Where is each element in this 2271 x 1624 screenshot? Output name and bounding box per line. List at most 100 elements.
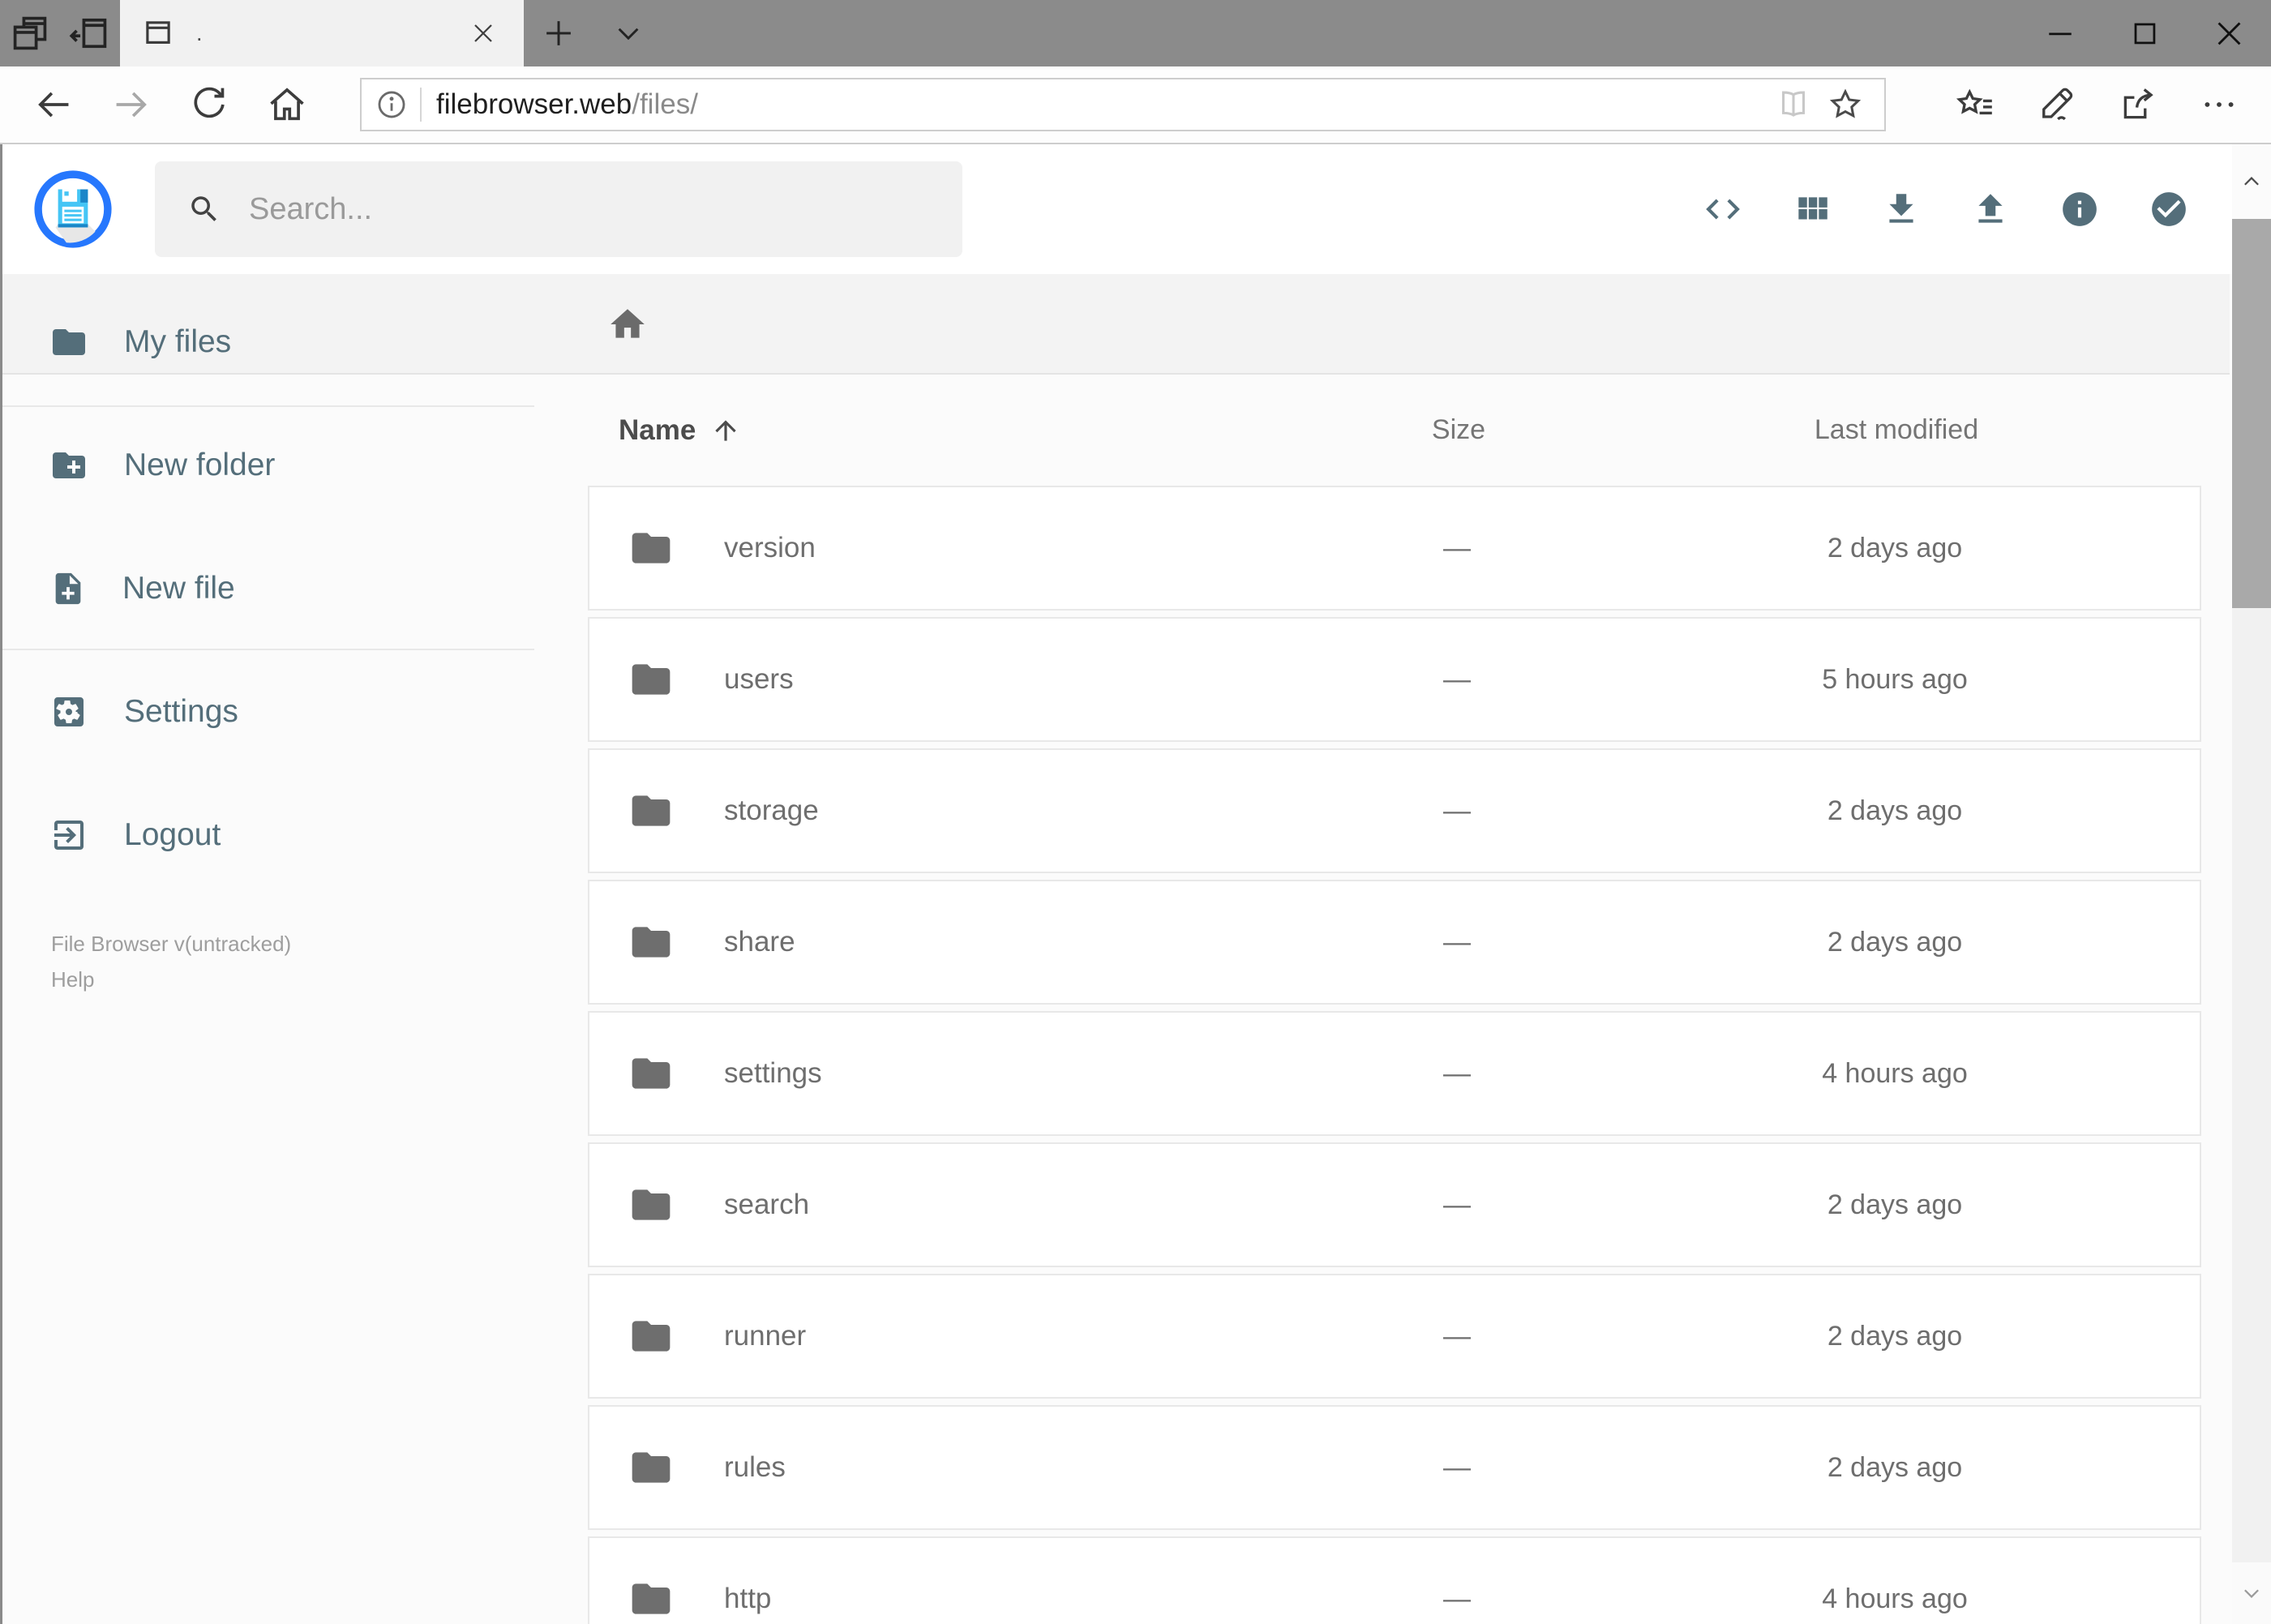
file-row-share[interactable]: share — 2 days ago: [588, 880, 2201, 1005]
file-modified: 4 hours ago: [1822, 1583, 1968, 1614]
file-name: settings: [724, 1057, 822, 1089]
folder-icon: [49, 323, 88, 362]
file-modified: 2 days ago: [1827, 1451, 1963, 1483]
browser-addressbar: filebrowser.web/files/: [0, 66, 2271, 144]
browser-window: . filebrowser.web/files/ Search... My fi…: [0, 0, 2271, 1624]
home-nav-icon[interactable]: [248, 72, 326, 137]
sidebar-item-label: Logout: [124, 817, 221, 852]
new-tab-icon[interactable]: [524, 0, 593, 66]
file-row-runner[interactable]: runner — 2 days ago: [588, 1274, 2201, 1399]
file-row-rules[interactable]: rules — 2 days ago: [588, 1405, 2201, 1530]
share-icon[interactable]: [2101, 72, 2175, 137]
tab-list-chevron-icon[interactable]: [593, 0, 663, 66]
filebrowser-app: Search... My files New folder New file S…: [0, 144, 2271, 1624]
hub-favorites-icon[interactable]: [1939, 72, 2013, 137]
site-info-icon[interactable]: [375, 88, 409, 122]
refresh-icon[interactable]: [170, 72, 248, 137]
file-row-http[interactable]: http — 4 hours ago: [588, 1536, 2201, 1624]
file-row-users[interactable]: users — 5 hours ago: [588, 617, 2201, 742]
tab-favicon-icon: [141, 16, 175, 50]
listing-rows: version — 2 days ago users — 5 hours ago: [588, 486, 2201, 1624]
scroll-down-icon[interactable]: [2232, 1562, 2271, 1624]
sidebar-item-settings[interactable]: Settings: [2, 679, 588, 744]
info-icon[interactable]: [2059, 189, 2100, 229]
close-button[interactable]: [2187, 0, 2271, 66]
ellipsis-menu-icon[interactable]: [2182, 72, 2256, 137]
scrollbar-thumb[interactable]: [2232, 219, 2271, 608]
file-modified: 5 hours ago: [1822, 663, 1968, 695]
file-size: —: [1443, 1320, 1471, 1352]
file-size: —: [1443, 795, 1471, 826]
sidebar-item-new-folder[interactable]: New folder: [2, 433, 588, 498]
folder-icon: [589, 1051, 724, 1096]
file-modified: 2 days ago: [1827, 1189, 1963, 1220]
back-icon[interactable]: [15, 72, 92, 137]
sidebar-item-new-file[interactable]: New file: [2, 556, 588, 621]
file-name: storage: [724, 795, 819, 826]
set-tabs-aside-icon[interactable]: [60, 0, 120, 66]
file-modified: 2 days ago: [1827, 926, 1963, 958]
titlebar-drag-area: [663, 0, 2018, 66]
sidebar-item-label: New folder: [124, 448, 276, 482]
sidebar-item-label: Settings: [124, 694, 238, 729]
folder-icon: [589, 525, 724, 571]
file-modified: 2 days ago: [1827, 1320, 1963, 1352]
column-header-modified[interactable]: Last modified: [1621, 414, 2172, 446]
tab-close-icon[interactable]: [464, 14, 503, 53]
maximize-button[interactable]: [2102, 0, 2187, 66]
scroll-up-icon[interactable]: [2232, 144, 2271, 219]
file-row-search[interactable]: search — 2 days ago: [588, 1142, 2201, 1267]
column-header-size[interactable]: Size: [1296, 414, 1621, 446]
sidebar: My files New folder New file Settings Lo…: [2, 274, 588, 1624]
column-header-name[interactable]: Name: [588, 414, 1296, 447]
sidebar-item-logout[interactable]: Logout: [2, 803, 588, 868]
file-row-version[interactable]: version — 2 days ago: [588, 486, 2201, 611]
folder-icon: [589, 1313, 724, 1359]
favorite-star-icon[interactable]: [1819, 82, 1871, 127]
download-icon[interactable]: [1881, 189, 1922, 229]
file-name: version: [724, 532, 816, 563]
help-link[interactable]: Help: [51, 962, 588, 997]
home-breadcrumb-icon[interactable]: [607, 304, 648, 345]
sidebar-footer: File Browser v(untracked) Help: [2, 926, 588, 997]
folder-icon: [589, 1182, 724, 1228]
sidebar-divider: [2, 649, 534, 650]
web-notes-pen-icon[interactable]: [2020, 72, 2094, 137]
url-input[interactable]: filebrowser.web/files/: [360, 78, 1886, 131]
browser-tab[interactable]: .: [120, 0, 524, 66]
page-scrollbar[interactable]: [2232, 144, 2271, 1624]
file-modified: 4 hours ago: [1822, 1057, 1968, 1089]
tab-preview-icon[interactable]: [0, 0, 60, 66]
sort-ascending-icon: [710, 415, 741, 446]
file-row-storage[interactable]: storage — 2 days ago: [588, 748, 2201, 873]
search-placeholder: Search...: [249, 191, 373, 226]
file-name: search: [724, 1189, 810, 1220]
sidebar-divider: [2, 405, 534, 407]
code-view-icon[interactable]: [1703, 189, 1743, 229]
folder-icon: [589, 1445, 724, 1490]
sidebar-item-label: New file: [122, 571, 235, 606]
minimize-button[interactable]: [2018, 0, 2102, 66]
file-plus-icon: [49, 570, 87, 607]
search-icon: [187, 192, 221, 226]
forward-icon[interactable]: [92, 72, 170, 137]
filebrowser-logo: [33, 169, 113, 249]
file-size: —: [1443, 663, 1471, 695]
folder-icon: [589, 657, 724, 702]
upload-icon[interactable]: [1970, 189, 2011, 229]
listing-header: Name Size Last modified: [588, 375, 2201, 486]
folder-icon: [589, 1576, 724, 1622]
sidebar-item-my-files[interactable]: My files: [2, 310, 588, 375]
file-modified: 2 days ago: [1827, 795, 1963, 826]
search-input[interactable]: Search...: [155, 161, 962, 257]
select-check-icon[interactable]: [2149, 189, 2189, 229]
folder-icon: [589, 788, 724, 833]
file-size: —: [1443, 1189, 1471, 1220]
reading-view-icon[interactable]: [1768, 82, 1819, 127]
app-version: File Browser v(untracked): [51, 932, 292, 956]
file-name: users: [724, 663, 794, 695]
app-body: My files New folder New file Settings Lo…: [2, 274, 2269, 1624]
file-row-settings[interactable]: settings — 4 hours ago: [588, 1011, 2201, 1136]
folder-icon: [589, 919, 724, 965]
grid-view-icon[interactable]: [1792, 189, 1832, 229]
